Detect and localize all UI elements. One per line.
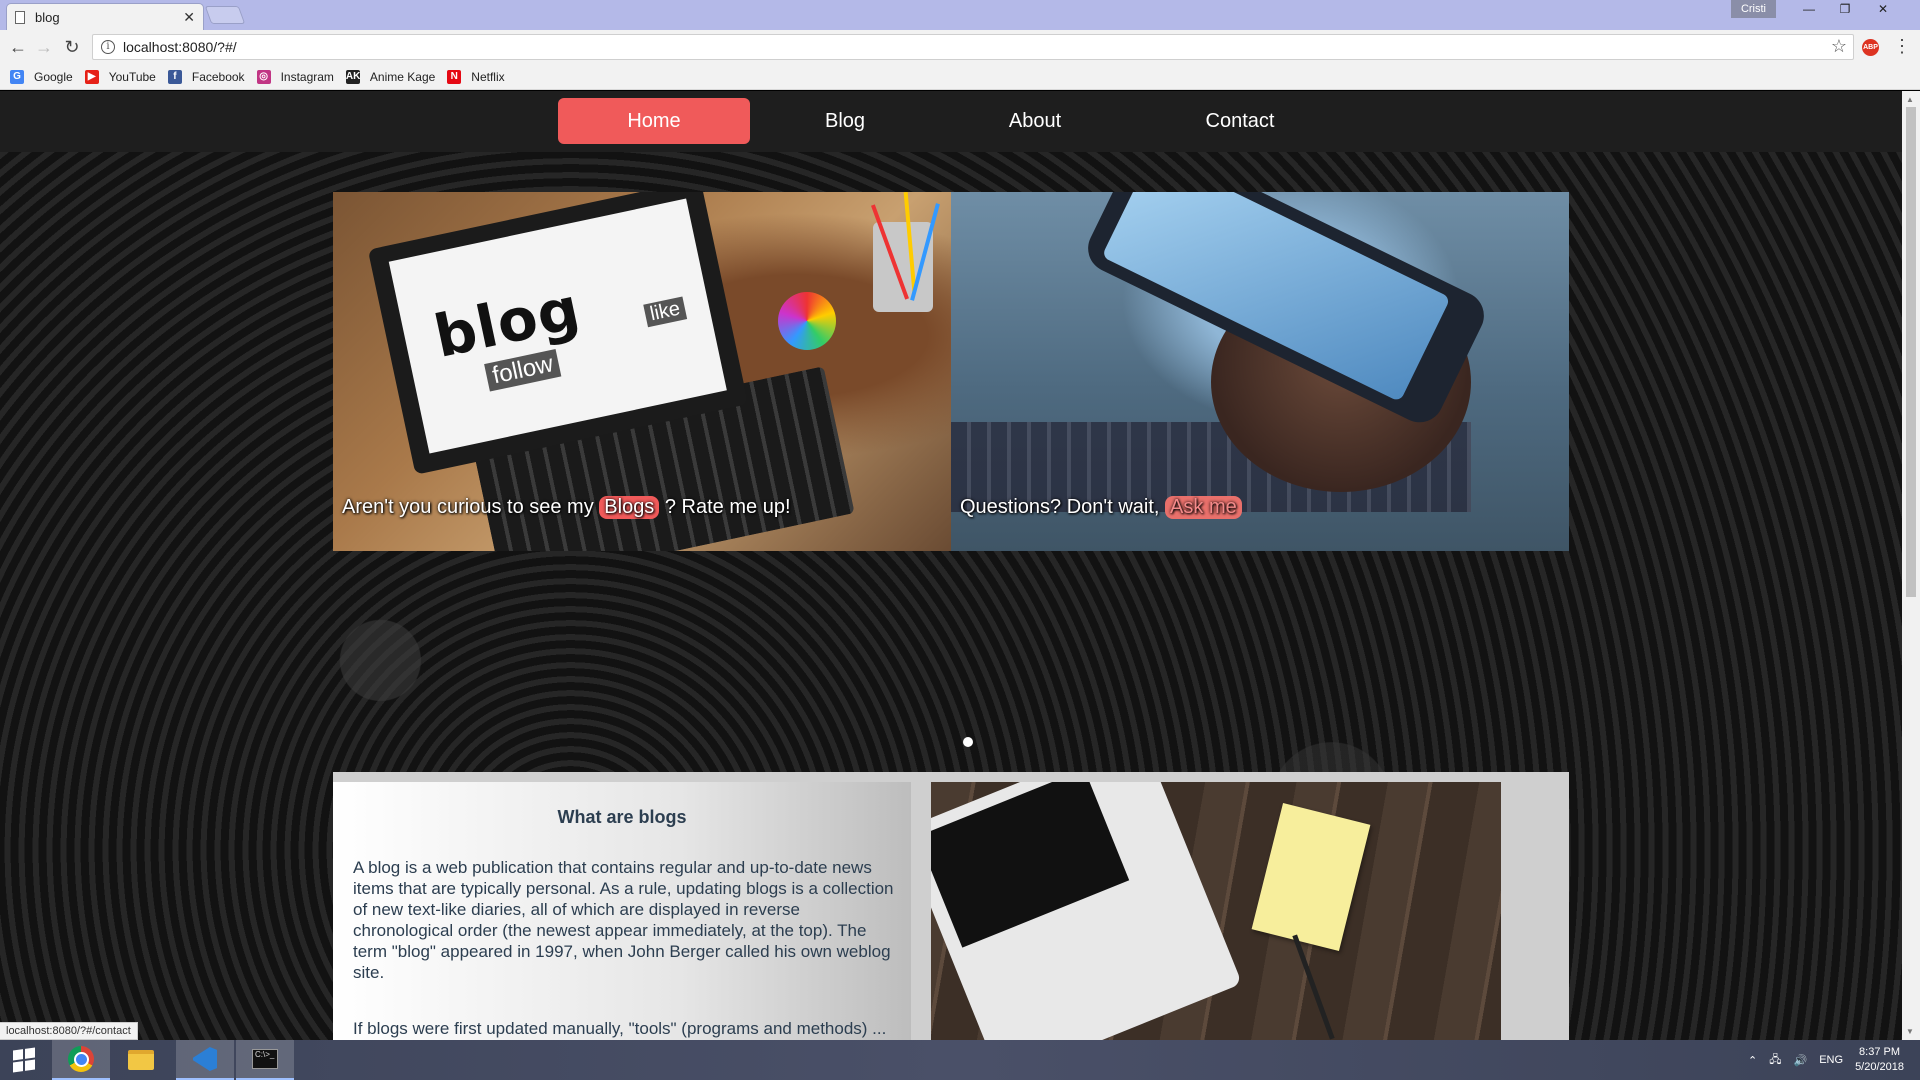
white-laptop-image: [931, 782, 1243, 1040]
chrome-icon: [68, 1046, 94, 1072]
info-text-panel: What are blogs A blog is a web publicati…: [333, 782, 911, 1040]
terminal-icon: C:\>_: [252, 1049, 278, 1069]
url-text[interactable]: localhost:8080/?#/: [123, 39, 237, 55]
volume-icon[interactable]: 🔊: [1794, 1054, 1808, 1067]
bookmark-instagram[interactable]: ◎ Instagram: [256, 69, 334, 84]
bookmark-label: Instagram: [280, 69, 334, 84]
scrollbar-thumb[interactable]: [1906, 107, 1916, 597]
taskbar-chrome[interactable]: [52, 1040, 110, 1080]
menu-icon[interactable]: ⋮: [1893, 36, 1911, 57]
minimize-button[interactable]: —: [1794, 0, 1824, 20]
instagram-icon: ◎: [256, 69, 271, 84]
google-icon: G: [10, 69, 24, 84]
adblock-icon[interactable]: ABP: [1862, 39, 1879, 56]
tray-chevron-icon[interactable]: ⌃: [1748, 1054, 1757, 1067]
ask-me-link[interactable]: Ask me: [1165, 496, 1242, 519]
bookmark-label: YouTube: [108, 69, 156, 84]
bookmark-label: Netflix: [471, 69, 505, 84]
nav-about[interactable]: About: [939, 98, 1131, 144]
animekage-icon: AK: [345, 69, 361, 84]
info-section: What are blogs A blog is a web publicati…: [333, 772, 1569, 1040]
network-icon[interactable]: 🖧: [1769, 1051, 1781, 1070]
system-tray: ⌃ 🖧 🔊 ENG 8:37 PM 5/20/2018: [1748, 1040, 1920, 1080]
tab-title: blog: [35, 9, 60, 25]
bookmark-label: Google: [34, 69, 73, 84]
pen-image: [1292, 934, 1335, 1040]
clock-date: 5/20/2018: [1855, 1061, 1904, 1073]
slide-caption: Questions? Don't wait, Ask me: [960, 496, 1242, 519]
bookmark-label: Facebook: [191, 69, 245, 84]
clock-time: 8:37 PM: [1859, 1046, 1901, 1058]
new-tab-button[interactable]: [204, 6, 246, 24]
language-indicator[interactable]: ENG: [1819, 1054, 1843, 1066]
browser-tab[interactable]: blog ✕: [6, 3, 204, 30]
carousel-slide-questions: Questions? Don't wait, Ask me: [951, 192, 1569, 551]
folder-icon: [128, 1050, 154, 1070]
caption-text: ? Rate me up!: [664, 496, 791, 518]
caption-text: Questions? Don't wait,: [960, 496, 1160, 518]
desk-image: [931, 782, 1501, 1040]
yarn-ball-image: [778, 292, 836, 350]
tab-close-icon[interactable]: ✕: [183, 9, 195, 26]
scroll-down-icon[interactable]: ▼: [1906, 1027, 1914, 1036]
scroll-up-icon[interactable]: ▲: [1906, 95, 1914, 104]
nav-contact[interactable]: Contact: [1144, 98, 1336, 144]
site-nav: Home Blog About Contact: [0, 91, 1902, 152]
youtube-icon: ▶: [84, 69, 99, 84]
bookmark-label: Anime Kage: [369, 69, 436, 84]
info-paragraph: If blogs were first updated manually, "t…: [353, 1019, 887, 1038]
blogs-link[interactable]: Blogs: [599, 496, 660, 519]
carousel-slide-blogs: blog follow like Aren't you curious to s…: [333, 192, 951, 551]
taskbar-explorer[interactable]: [112, 1040, 170, 1080]
caption-text: Aren't you curious to see my: [342, 496, 594, 518]
back-icon[interactable]: ←: [6, 36, 30, 58]
profile-button[interactable]: Cristi: [1730, 0, 1776, 18]
bookmark-star-icon[interactable]: ☆: [1831, 36, 1847, 57]
taskbar: C:\>_ ⌃ 🖧 🔊 ENG 8:37 PM 5/20/2018: [0, 1040, 1920, 1080]
info-paragraph: A blog is a web publication that contain…: [353, 858, 894, 982]
clock[interactable]: 8:37 PM 5/20/2018: [1855, 1045, 1904, 1075]
close-window-button[interactable]: ✕: [1868, 0, 1898, 20]
page-icon: [15, 10, 25, 24]
title-bar: blog ✕ Cristi — ❐ ✕: [0, 0, 1920, 30]
browser-toolbar: ← → ↻ i localhost:8080/?#/ ☆ ABP ⋮: [0, 30, 1920, 64]
page-viewport: Home Blog About Contact blog follow like…: [0, 91, 1902, 1040]
blog-word: blog: [428, 273, 587, 371]
taskbar-cmd[interactable]: C:\>_: [236, 1040, 294, 1080]
bookmark-netflix[interactable]: N Netflix: [447, 69, 505, 84]
notepad-image: [1251, 803, 1371, 951]
netflix-icon: N: [447, 69, 462, 84]
bookmark-youtube[interactable]: ▶ YouTube: [84, 69, 156, 84]
facebook-icon: f: [167, 69, 182, 84]
taskbar-vscode[interactable]: [176, 1040, 234, 1080]
windows-icon: [13, 1047, 35, 1073]
address-bar[interactable]: i localhost:8080/?#/ ☆: [92, 34, 1854, 60]
status-url: localhost:8080/?#/contact: [0, 1022, 138, 1040]
forward-icon[interactable]: →: [32, 36, 56, 58]
vscode-icon: [193, 1047, 217, 1071]
reload-icon[interactable]: ↻: [60, 36, 84, 58]
vertical-scrollbar[interactable]: ▲ ▼: [1902, 91, 1920, 1040]
nav-blog[interactable]: Blog: [749, 98, 941, 144]
bookmark-anime-kage[interactable]: AK Anime Kage: [345, 69, 436, 84]
bookmarks-bar: G Google ▶ YouTube f Facebook ◎ Instagram AK Anim…: [0, 64, 1920, 90]
info-icon[interactable]: i: [101, 40, 115, 54]
bookmark-facebook[interactable]: f Facebook: [167, 69, 245, 84]
bookmark-google[interactable]: G Google: [10, 69, 73, 84]
nav-home[interactable]: Home: [558, 98, 750, 144]
slide-caption: Aren't you curious to see my Blogs ? Rat…: [342, 496, 791, 519]
carousel-indicator[interactable]: [963, 737, 973, 747]
info-title: What are blogs: [557, 807, 687, 827]
restore-button[interactable]: ❐: [1830, 0, 1860, 20]
like-word: like: [643, 296, 688, 328]
start-button[interactable]: [0, 1040, 48, 1080]
